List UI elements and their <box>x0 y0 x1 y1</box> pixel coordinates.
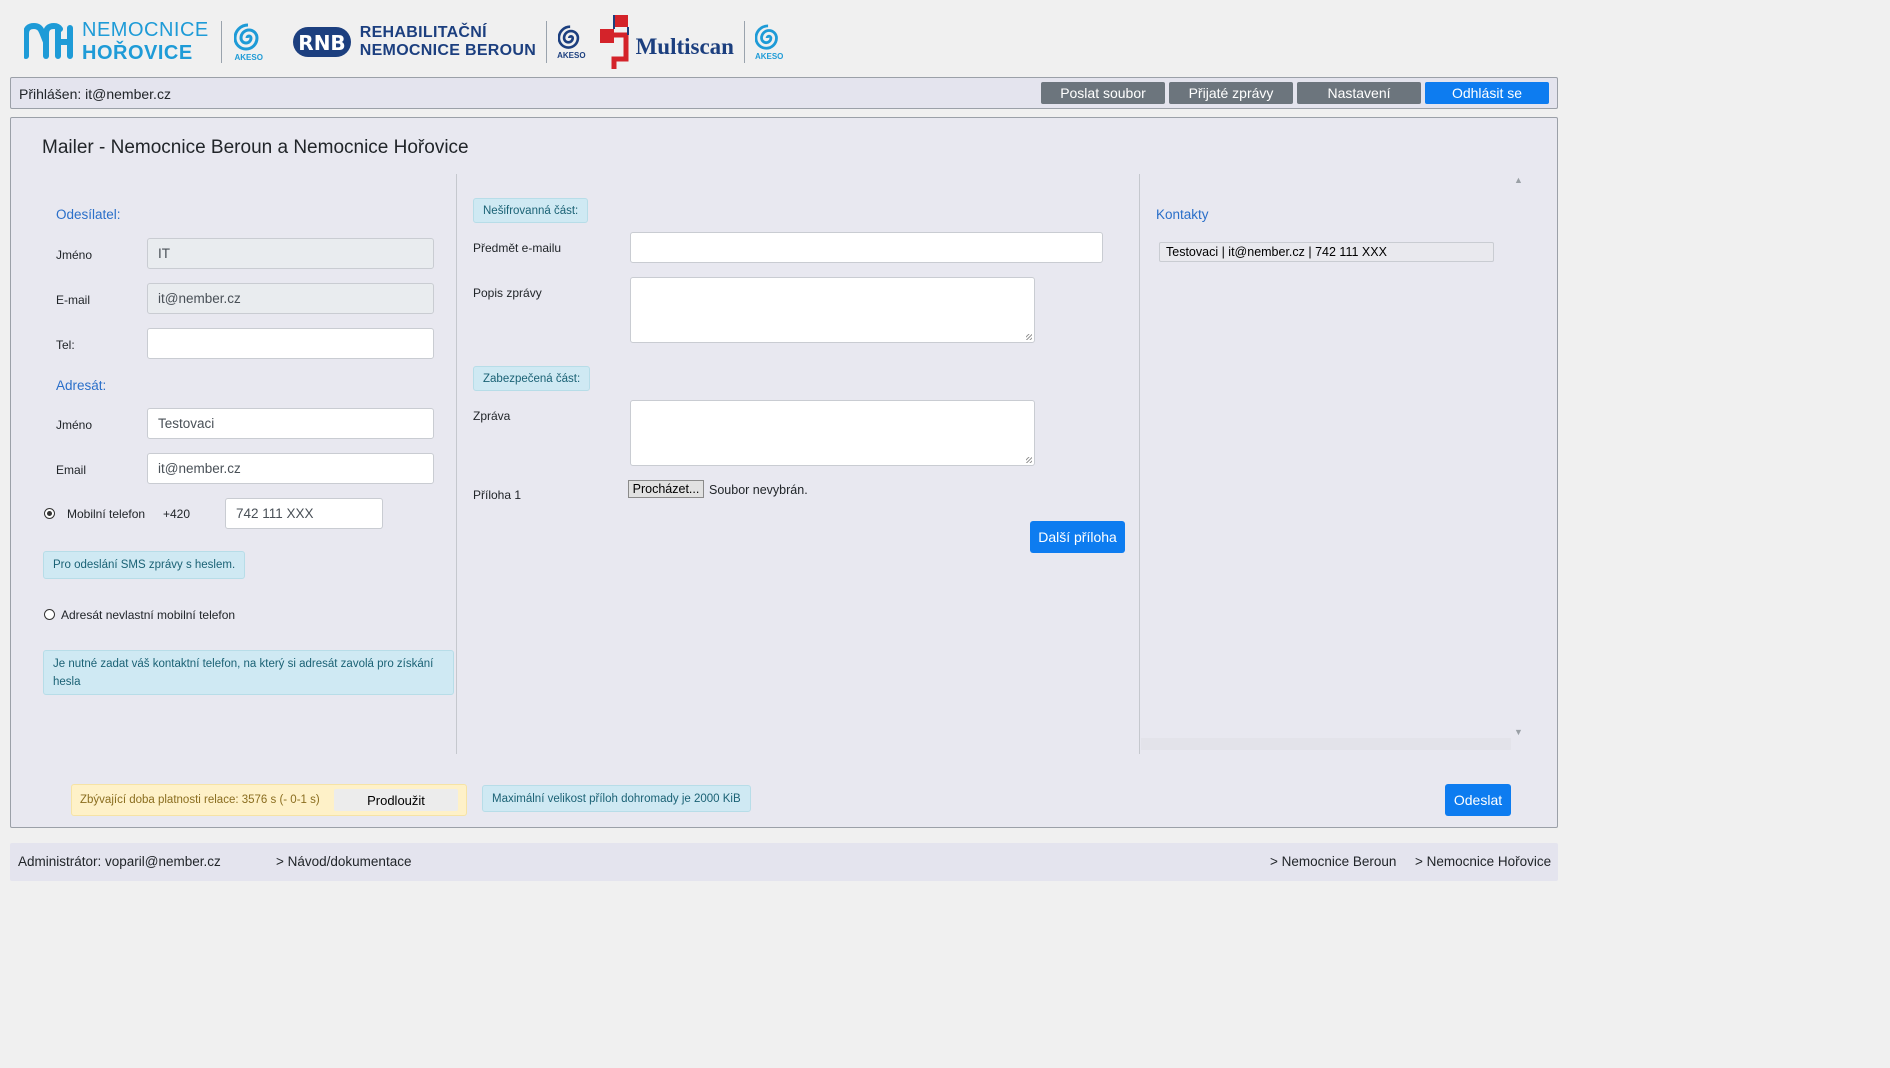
rnb-line1: REHABILITAČNÍ <box>359 24 487 41</box>
secured-part-badge: Zabezpečená část: <box>473 366 591 391</box>
sender-title: Odesílatel: <box>56 207 121 222</box>
sender-tel-label: Tel: <box>56 338 75 352</box>
scroll-down-icon[interactable]: ▼ <box>1514 727 1523 737</box>
no-mobile-label: Adresát nevlastní mobilní telefon <box>61 608 236 622</box>
description-label: Popis zprávy <box>473 286 542 300</box>
akeso-spiral-icon <box>558 24 580 49</box>
contacts-title: Kontakty <box>1156 207 1209 222</box>
multiscan-text: Multiscan <box>635 34 734 59</box>
logo-divider <box>220 21 222 63</box>
no-file-text: Soubor nevybrán. <box>709 483 808 497</box>
page-title: Mailer - Nemocnice Beroun a Nemocnice Ho… <box>42 137 469 158</box>
subject-label: Předmět e-mailu <box>473 241 562 255</box>
next-attachment-button[interactable]: Další příloha <box>1030 521 1125 553</box>
column-divider <box>456 174 457 754</box>
logout-button[interactable]: Odhlásit se <box>1425 82 1549 104</box>
send-file-button[interactable]: Poslat soubor <box>1041 82 1165 104</box>
akeso-text: AKESO <box>754 51 784 61</box>
send-button[interactable]: Odeslat <box>1445 784 1511 816</box>
sms-info-alert: Pro odeslání SMS zprávy s heslem. <box>43 551 246 579</box>
recipient-name-field[interactable]: Testovaci <box>147 408 434 439</box>
akeso-logo: AKESO <box>557 24 586 60</box>
session-text: Zbývající doba platnosti relace: 3576 s … <box>80 794 320 806</box>
akeso-spiral-icon <box>233 23 259 50</box>
mobile-phone-field[interactable]: 742 111 XXX <box>225 498 383 529</box>
unencrypted-part-badge: Nešifrovanná část: <box>473 198 589 223</box>
recipient-title: Adresát: <box>56 378 107 393</box>
recipient-name-label: Jméno <box>56 418 93 432</box>
admin-text: Administrátor: voparil@nember.cz <box>18 854 221 869</box>
recipient-email-label: Email <box>56 463 87 477</box>
logged-in-text: Přihlášen: it@nember.cz <box>19 86 171 102</box>
header-logos: NEMOCNICE HOŘOVICE AKESO RNB REHABILITAČ… <box>24 12 783 72</box>
multiscan-cross-icon <box>599 15 629 69</box>
mobile-phone-label: Mobilní telefon <box>67 507 146 521</box>
subject-field[interactable] <box>630 232 1103 263</box>
akeso-spiral-icon <box>755 23 779 50</box>
contact-phone-info-alert: Je nutné zadat váš kontaktní telefon, na… <box>43 650 454 695</box>
horizontal-scrollbar[interactable] <box>1141 738 1511 750</box>
mobile-prefix: +420 <box>163 507 191 521</box>
browse-button[interactable]: Procházet... <box>628 480 704 498</box>
sender-name-label: Jméno <box>56 248 93 262</box>
no-mobile-radio[interactable] <box>44 609 55 620</box>
multiscan-logo: Multiscan <box>598 13 734 71</box>
nh-logo-icon <box>24 22 73 59</box>
description-textarea[interactable] <box>630 277 1035 343</box>
nemocnice-beroun-link[interactable]: > Nemocnice Beroun <box>1270 854 1396 869</box>
sender-email-field[interactable]: it@nember.cz <box>147 283 434 314</box>
akeso-logo: AKESO <box>233 23 264 62</box>
top-nav-buttons: Poslat soubor Přijaté zprávy Nastavení O… <box>1041 82 1549 104</box>
rnb-line2: NEMOCNICE BEROUN <box>359 42 537 59</box>
rnb-logo-text: REHABILITAČNÍ NEMOCNICE BEROUN <box>360 24 536 60</box>
sender-email-label: E-mail <box>56 293 91 307</box>
max-size-info: Maximální velikost příloh dohromady je 2… <box>482 785 751 812</box>
mailer-card: Mailer - Nemocnice Beroun a Nemocnice Ho… <box>10 117 1558 828</box>
recipient-email-field[interactable]: it@nember.cz <box>147 453 434 484</box>
top-navbar: Přihlášen: it@nember.cz Poslat soubor Př… <box>10 77 1558 109</box>
logo-divider <box>743 21 745 63</box>
message-textarea[interactable] <box>630 400 1035 466</box>
attachment-label: Příloha 1 <box>473 488 522 502</box>
akeso-text: AKESO <box>557 50 586 60</box>
nemocnice-horovice-logo: NEMOCNICE HOŘOVICE <box>24 19 209 65</box>
docs-link[interactable]: > Návod/dokumentace <box>276 854 411 869</box>
akeso-logo: AKESO <box>754 23 784 61</box>
sender-tel-field[interactable] <box>147 328 434 359</box>
logo-divider <box>546 21 548 63</box>
message-label: Zpráva <box>473 409 511 423</box>
nemocnice-horovice-link[interactable]: > Nemocnice Hořovice <box>1415 854 1551 869</box>
rnb-logo-icon: RNB <box>292 27 351 57</box>
column-divider <box>1139 174 1140 754</box>
nh-line1: NEMOCNICE <box>82 19 209 41</box>
contact-item[interactable]: Testovaci | it@nember.cz | 742 111 XXX <box>1159 242 1494 262</box>
nh-line2: HOŘOVICE <box>82 42 193 64</box>
svg-text:RNB: RNB <box>298 31 345 55</box>
prolong-button[interactable]: Prodloužit <box>334 789 458 811</box>
sender-name-field[interactable]: IT <box>147 238 434 269</box>
akeso-text: AKESO <box>234 52 263 62</box>
mobile-phone-radio[interactable] <box>44 508 55 519</box>
footer: Administrátor: voparil@nember.cz > Návod… <box>10 843 1558 881</box>
scroll-up-icon[interactable]: ▲ <box>1514 175 1523 185</box>
received-messages-button[interactable]: Přijaté zprávy <box>1169 82 1293 104</box>
settings-button[interactable]: Nastavení <box>1297 82 1421 104</box>
